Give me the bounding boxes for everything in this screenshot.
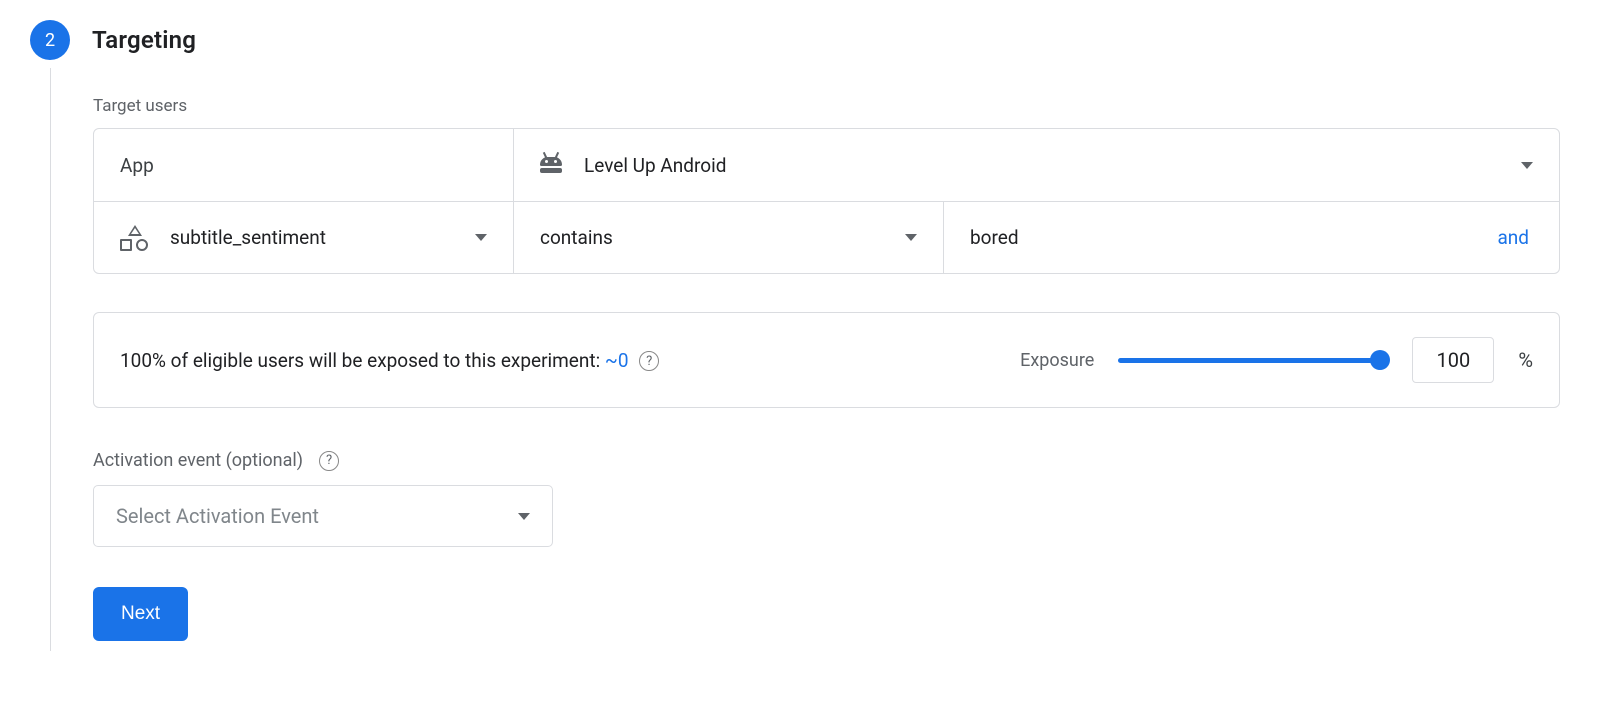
exposure-label: Exposure bbox=[1020, 350, 1094, 371]
condition-property-select[interactable]: subtitle_sentiment bbox=[94, 202, 514, 273]
next-button[interactable]: Next bbox=[93, 587, 188, 641]
app-value: Level Up Android bbox=[584, 154, 726, 177]
app-field-label: App bbox=[94, 129, 514, 201]
android-icon bbox=[540, 157, 562, 173]
condition-value: bored bbox=[970, 226, 1019, 249]
chevron-down-icon bbox=[475, 234, 487, 241]
exposure-slider[interactable] bbox=[1118, 350, 1388, 370]
target-users-label: Target users bbox=[93, 96, 1560, 116]
exposure-estimate-link[interactable]: ~0 bbox=[605, 349, 629, 372]
app-select[interactable]: Level Up Android bbox=[514, 129, 1559, 201]
activation-event-label: Activation event (optional) bbox=[93, 450, 303, 471]
activation-event-select[interactable]: Select Activation Event bbox=[93, 485, 553, 547]
step-title: Targeting bbox=[92, 26, 196, 54]
condition-operator-select[interactable]: contains bbox=[514, 202, 944, 273]
exposure-card: 100% of eligible users will be exposed t… bbox=[93, 312, 1560, 408]
condition-value-cell[interactable]: bored and bbox=[944, 202, 1559, 273]
condition-operator-value: contains bbox=[540, 226, 613, 249]
chevron-down-icon bbox=[1521, 162, 1533, 169]
condition-property-value: subtitle_sentiment bbox=[170, 226, 326, 249]
exposure-input[interactable] bbox=[1412, 337, 1494, 383]
chevron-down-icon bbox=[518, 513, 530, 520]
target-users-card: App Level Up Android bbox=[93, 128, 1560, 274]
help-icon[interactable]: ? bbox=[319, 451, 339, 471]
add-and-condition-link[interactable]: and bbox=[1497, 226, 1533, 249]
exposure-summary: 100% of eligible users will be exposed t… bbox=[120, 349, 996, 372]
exposure-percent-sign: % bbox=[1518, 348, 1533, 372]
activation-event-placeholder: Select Activation Event bbox=[116, 504, 319, 528]
step-number-badge: 2 bbox=[30, 20, 70, 60]
help-icon[interactable]: ? bbox=[639, 351, 659, 371]
chevron-down-icon bbox=[905, 234, 917, 241]
user-property-icon bbox=[120, 225, 148, 251]
